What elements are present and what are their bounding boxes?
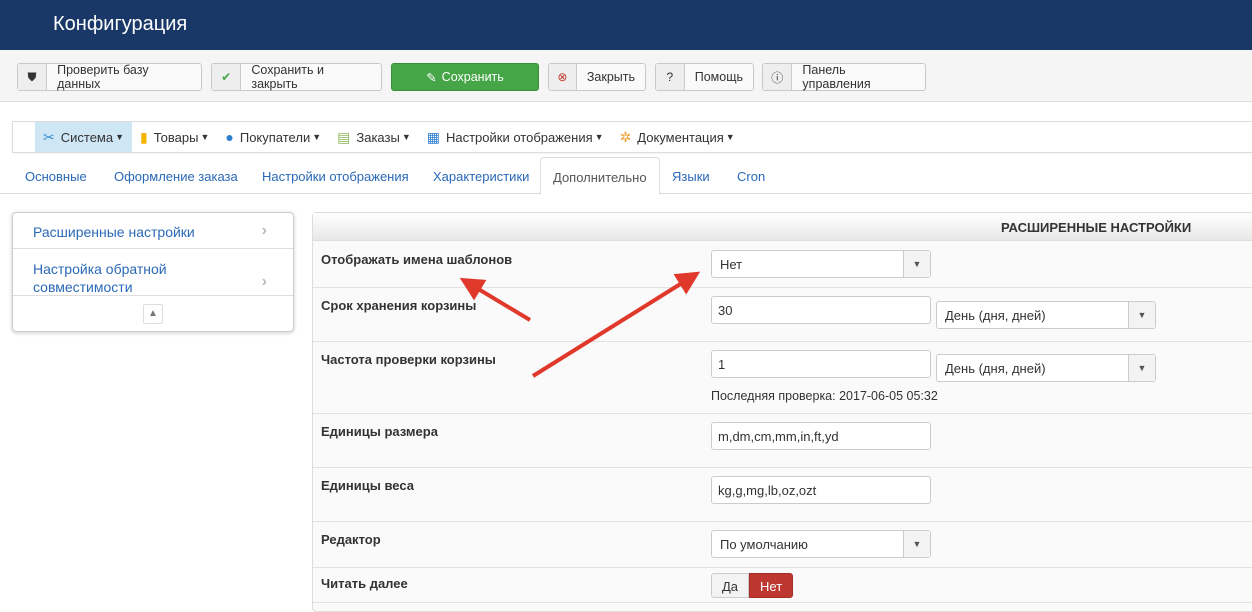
cart-lifetime-input[interactable]: 30: [711, 296, 931, 324]
menu-products[interactable]: ▮ Товары ▼: [132, 122, 217, 152]
page-header: Конфигурация: [0, 0, 1252, 50]
chevron-right-icon: ›: [261, 273, 267, 290]
close-button[interactable]: ⊗ Закрыть: [548, 63, 646, 91]
tab-characteristics[interactable]: Характеристики: [433, 157, 529, 194]
save-button[interactable]: ✎ Сохранить: [391, 63, 539, 91]
setting-row: Частота проверки корзины 1 День (дня, дн…: [313, 342, 1252, 414]
menu-orders[interactable]: ▤ Заказы ▼: [329, 122, 419, 152]
document-icon: ▤: [337, 128, 351, 145]
tools-icon: ✂: [43, 128, 55, 145]
panel-title: РАСШИРЕННЫЕ НАСТРОЙКИ: [313, 213, 1252, 241]
shield-icon: ⛊: [18, 64, 48, 90]
component-menu: ✂ Система ▼ ▮ Товары ▼ ● Покупатели ▼ ▤ Заказы ▼…: [12, 121, 1252, 153]
lifebuoy-icon: ✲: [619, 128, 632, 145]
last-check-text: Последняя проверка: 2017-06-05 05:32: [711, 389, 938, 403]
toolbar: ⛊ Проверить базу данных ✔ Сохранить и закр…: [0, 50, 1252, 102]
layout-icon: ▦: [426, 128, 440, 145]
setting-row: Читать далее Да Нет: [313, 568, 1252, 603]
tab-additional[interactable]: Дополнительно: [540, 157, 660, 195]
cart-check-unit-select[interactable]: День (дня, дней) ▼: [936, 354, 1156, 382]
check-database-button[interactable]: ⛊ Проверить базу данных: [17, 63, 202, 91]
setting-row: Единицы размера m,dm,cm,mm,in,ft,yd: [313, 414, 1252, 468]
menu-customers[interactable]: ● Покупатели ▼: [217, 122, 329, 152]
help-button[interactable]: ? Помощь: [655, 63, 754, 91]
advanced-settings-panel: РАСШИРЕННЫЕ НАСТРОЙКИ Отображать имена ш…: [312, 212, 1252, 612]
sidebar-item-advanced[interactable]: Расширенные настройки ›: [13, 213, 293, 249]
size-units-input[interactable]: m,dm,cm,mm,in,ft,yd: [711, 422, 931, 450]
read-more-toggle[interactable]: Да Нет: [711, 573, 794, 598]
users-icon: ●: [225, 129, 234, 145]
chevron-down-icon: ▼: [1128, 355, 1155, 381]
chevron-down-icon: ▼: [1128, 302, 1155, 328]
menu-system[interactable]: ✂ Система ▼: [35, 122, 133, 152]
config-tabs: Основные Оформление заказа Настройки ото…: [0, 157, 1252, 195]
chevron-down-icon: ▼: [903, 531, 930, 557]
setting-row: Редактор По умолчанию ▼: [313, 522, 1252, 568]
save-and-close-button[interactable]: ✔ Сохранить и закрыть: [211, 63, 382, 91]
info-icon: ⓘ: [763, 64, 793, 90]
tab-main[interactable]: Основные: [25, 157, 87, 194]
page-title: Конфигурация: [53, 13, 188, 35]
question-icon: ?: [656, 64, 685, 90]
tab-checkout[interactable]: Оформление заказа: [114, 157, 238, 194]
editor-select[interactable]: По умолчанию ▼: [711, 530, 931, 558]
chevron-down-icon: ▼: [903, 251, 930, 277]
control-panel-button[interactable]: ⓘ Панель управления: [762, 63, 926, 91]
tab-cron[interactable]: Cron: [737, 157, 765, 194]
cart-lifetime-unit-select[interactable]: День (дня, дней) ▼: [936, 301, 1156, 329]
settings-sidebar: Расширенные настройки › Настройка обратно…: [12, 212, 294, 332]
scroll-top-button[interactable]: ▲: [143, 304, 163, 324]
chevron-right-icon: ›: [261, 222, 267, 239]
setting-row: Срок хранения корзины 30 День (дня, дней…: [313, 288, 1252, 342]
toggle-no[interactable]: Нет: [749, 573, 794, 598]
sidebar-item-compat[interactable]: Настройка обратной совместимости ›: [13, 249, 293, 296]
edit-icon: ✎: [426, 70, 437, 85]
menu-documentation[interactable]: ✲ Документация ▼: [612, 122, 743, 152]
setting-row: Единицы веса kg,g,mg,lb,oz,ozt: [313, 468, 1252, 522]
setting-row: Отображать имена шаблонов Нет ▼: [313, 242, 1252, 288]
close-circle-icon: ⊗: [549, 64, 577, 90]
check-icon: ✔: [212, 64, 242, 90]
box-icon: ▮: [140, 128, 148, 145]
weight-units-input[interactable]: kg,g,mg,lb,oz,ozt: [711, 476, 931, 504]
menu-display-settings[interactable]: ▦ Настройки отображения ▼: [419, 122, 612, 152]
show-template-names-select[interactable]: Нет ▼: [711, 250, 931, 278]
tab-languages[interactable]: Языки: [672, 157, 710, 194]
cart-check-input[interactable]: 1: [711, 350, 931, 378]
tab-display[interactable]: Настройки отображения: [262, 157, 409, 194]
toggle-yes[interactable]: Да: [711, 573, 750, 598]
